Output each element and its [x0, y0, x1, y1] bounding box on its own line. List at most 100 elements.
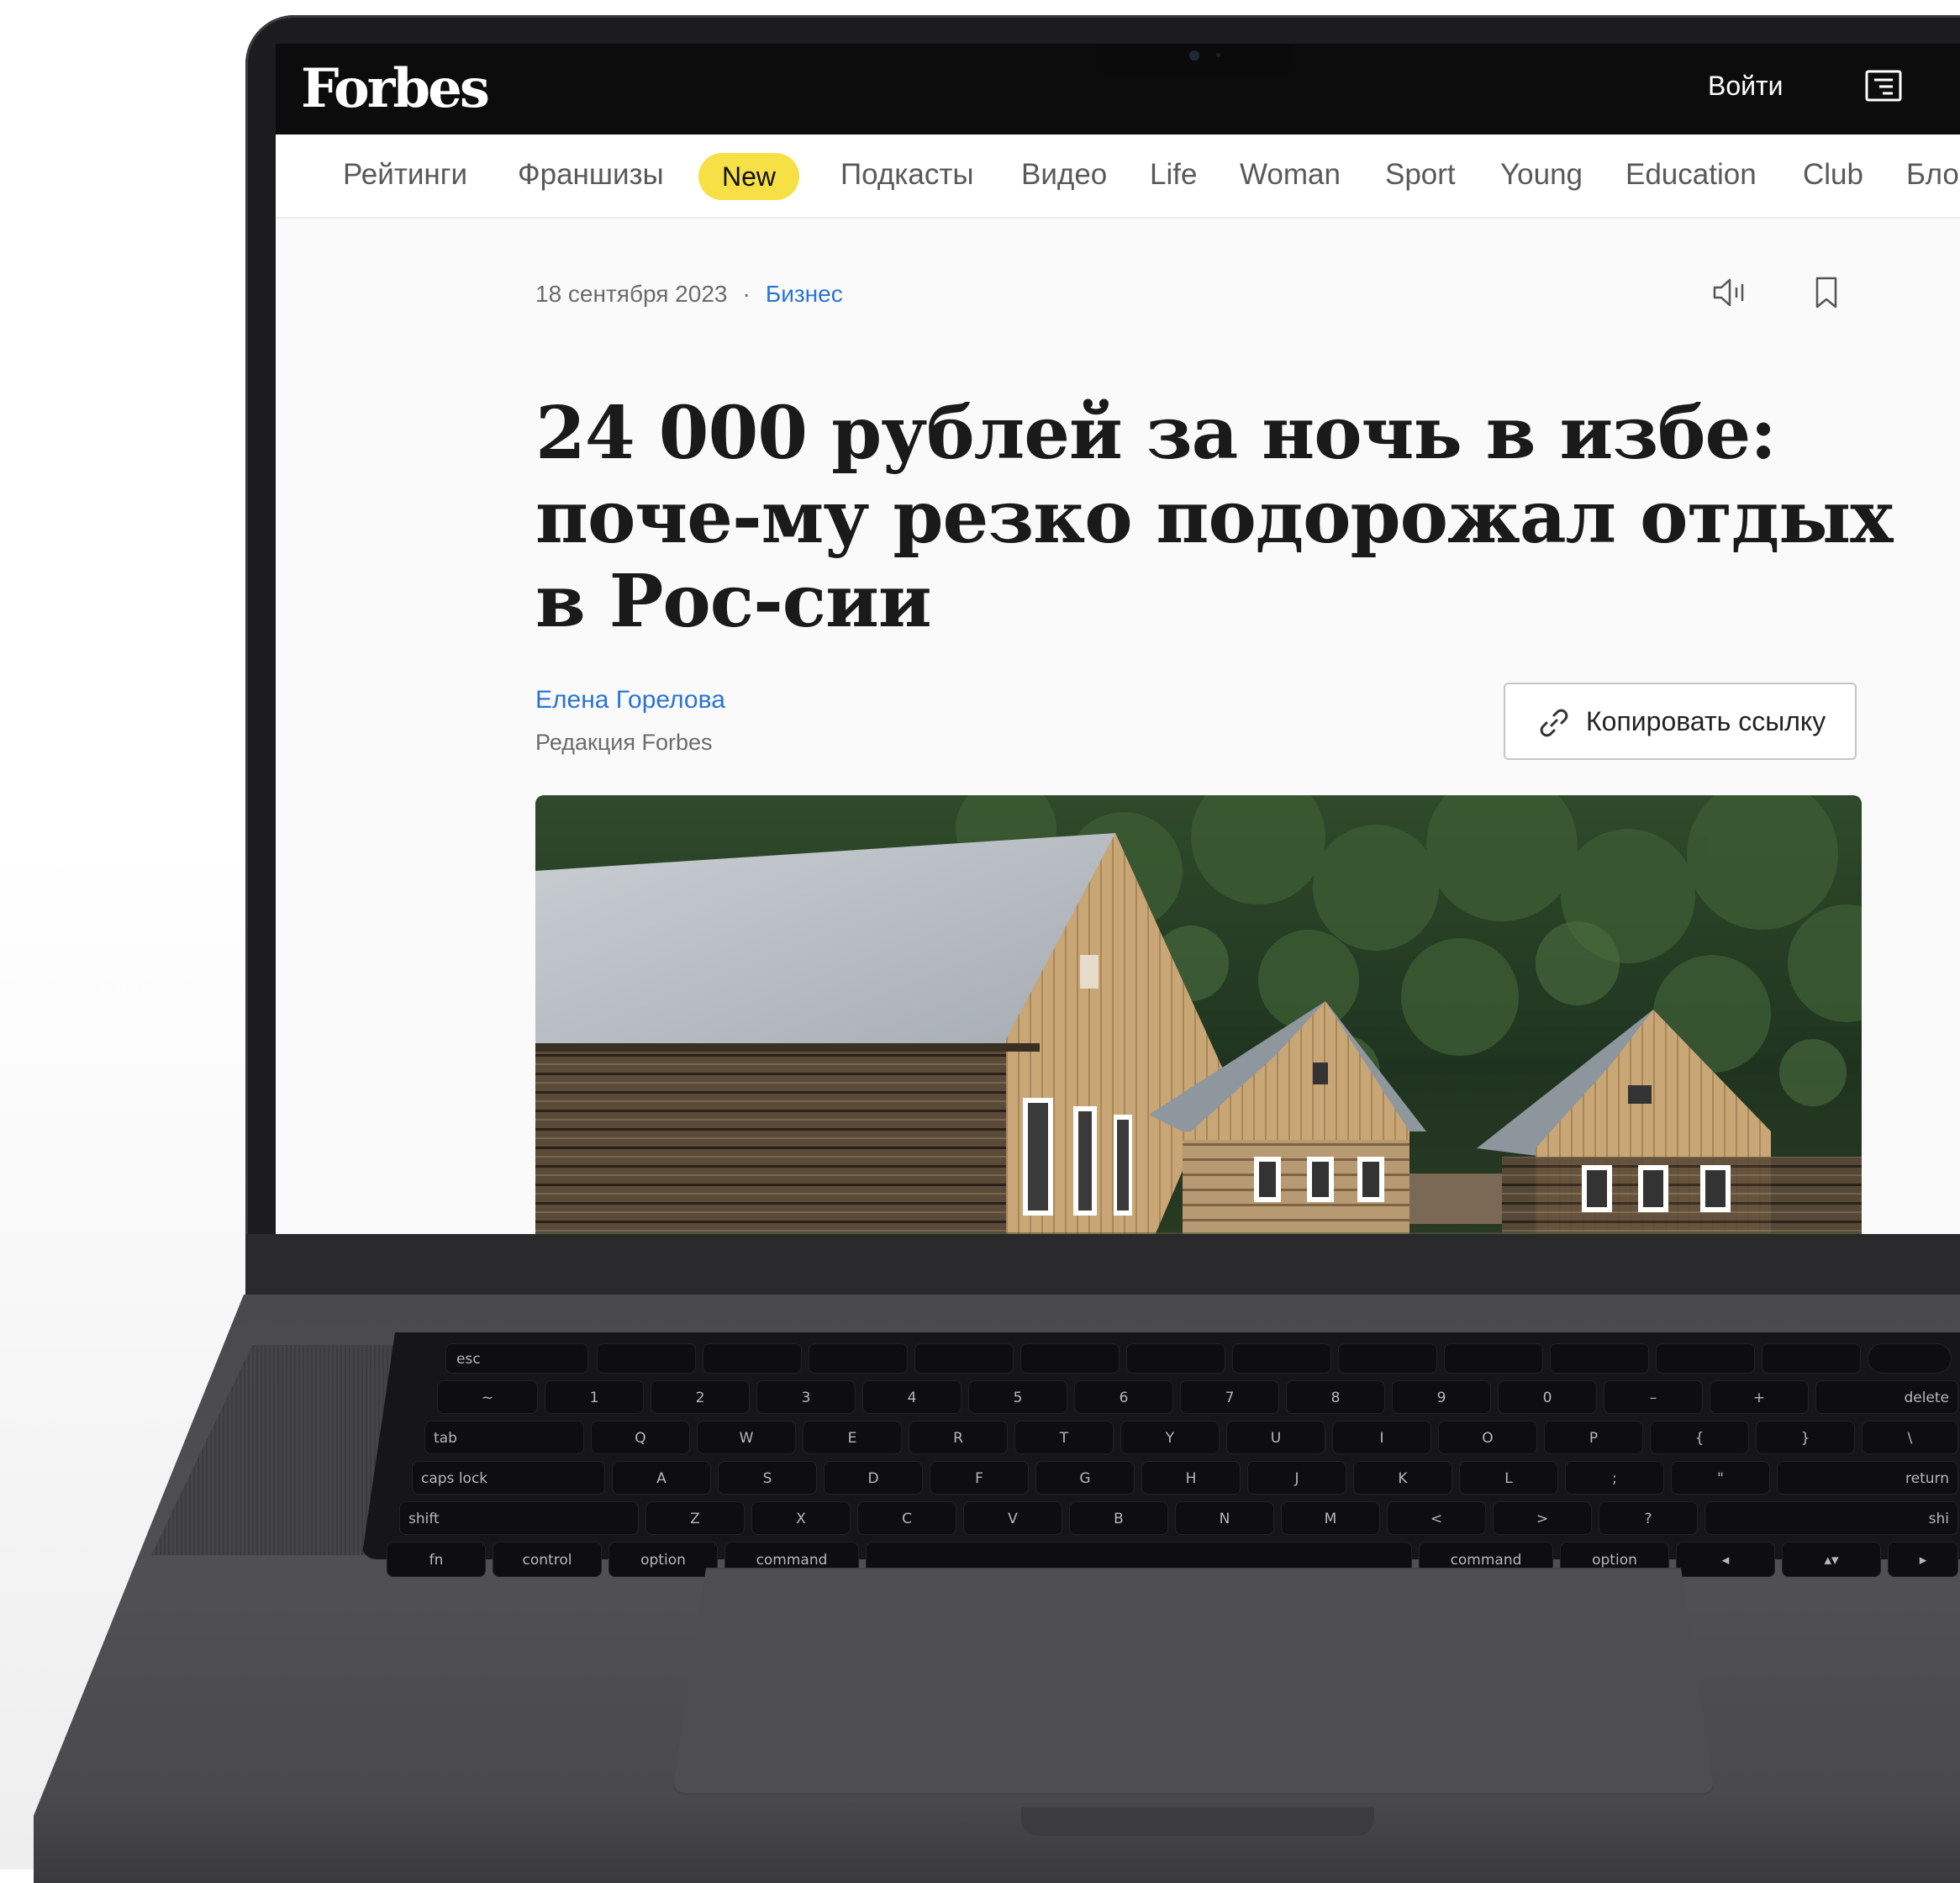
- key-f4[interactable]: [914, 1343, 1014, 1374]
- author-link[interactable]: Елена Горелова: [535, 686, 725, 715]
- key-m[interactable]: M: [1281, 1501, 1380, 1535]
- article-hero-photo: [535, 795, 1862, 1234]
- key-f12[interactable]: [1762, 1343, 1861, 1374]
- key-semicolon[interactable]: ;: [1565, 1461, 1664, 1495]
- key-4[interactable]: 4: [862, 1380, 962, 1414]
- key-5[interactable]: 5: [968, 1380, 1067, 1414]
- link-icon: [1540, 709, 1568, 737]
- key-c[interactable]: C: [857, 1501, 956, 1535]
- nav-item-ratings[interactable]: Рейтинги: [343, 158, 467, 192]
- key-comma[interactable]: <: [1387, 1501, 1486, 1535]
- key-b[interactable]: B: [1069, 1501, 1168, 1535]
- key-arrow-left[interactable]: ◂: [1676, 1542, 1775, 1577]
- key-x[interactable]: X: [751, 1501, 851, 1535]
- key-slash[interactable]: ?: [1599, 1501, 1698, 1535]
- key-delete[interactable]: delete: [1815, 1380, 1958, 1414]
- key-7[interactable]: 7: [1180, 1380, 1279, 1414]
- key-n[interactable]: N: [1175, 1501, 1274, 1535]
- touch-id-button[interactable]: [1868, 1343, 1952, 1374]
- key-fn[interactable]: fn: [387, 1542, 486, 1577]
- key-f7[interactable]: [1232, 1343, 1331, 1374]
- nav-item-life[interactable]: Life: [1150, 158, 1197, 192]
- key-k[interactable]: K: [1353, 1461, 1452, 1495]
- trackpad[interactable]: [672, 1568, 1715, 1795]
- browser-screen: Forbes Войти Рейтинги Франшизы New Подка…: [276, 44, 1960, 1234]
- key-f6[interactable]: [1126, 1343, 1225, 1374]
- key-p[interactable]: P: [1544, 1421, 1643, 1454]
- key-e[interactable]: E: [803, 1421, 902, 1454]
- nav-item-sport[interactable]: Sport: [1385, 158, 1456, 192]
- key-f10[interactable]: [1550, 1343, 1649, 1374]
- key-v[interactable]: V: [963, 1501, 1062, 1535]
- key-right-brace[interactable]: }: [1756, 1421, 1855, 1454]
- key-d[interactable]: D: [824, 1461, 923, 1495]
- key-tab[interactable]: tab: [424, 1421, 584, 1454]
- key-plus[interactable]: +: [1710, 1380, 1809, 1414]
- key-q[interactable]: Q: [591, 1421, 690, 1454]
- key-g[interactable]: G: [1035, 1461, 1135, 1495]
- key-a[interactable]: A: [612, 1461, 711, 1495]
- key-return[interactable]: return: [1777, 1461, 1958, 1495]
- key-3[interactable]: 3: [756, 1380, 856, 1414]
- nav-item-franchises[interactable]: Франшизы: [518, 158, 664, 192]
- key-i[interactable]: I: [1332, 1421, 1431, 1454]
- key-arrow-up-down[interactable]: ▴▾: [1782, 1542, 1881, 1577]
- key-2[interactable]: 2: [651, 1380, 750, 1414]
- key-minus[interactable]: –: [1604, 1380, 1703, 1414]
- key-arrow-right[interactable]: ▸: [1888, 1542, 1958, 1577]
- key-s[interactable]: S: [718, 1461, 817, 1495]
- key-r[interactable]: R: [909, 1421, 1008, 1454]
- key-quote[interactable]: ": [1671, 1461, 1770, 1495]
- key-h[interactable]: H: [1141, 1461, 1241, 1495]
- key-l[interactable]: L: [1459, 1461, 1558, 1495]
- key-f8[interactable]: [1338, 1343, 1437, 1374]
- nav-item-video[interactable]: Видео: [1021, 158, 1107, 192]
- key-f2[interactable]: [703, 1343, 802, 1374]
- nav-item-young[interactable]: Young: [1500, 158, 1583, 192]
- article-date: 18 сентября 2023: [535, 281, 728, 307]
- nav-item-woman[interactable]: Woman: [1240, 158, 1341, 192]
- camera-notch: [1097, 44, 1293, 77]
- copy-link-button[interactable]: Копировать ссылку: [1504, 683, 1857, 760]
- key-option-left[interactable]: option: [609, 1542, 718, 1577]
- speaker-icon[interactable]: [1711, 276, 1748, 314]
- key-6[interactable]: 6: [1074, 1380, 1173, 1414]
- key-f[interactable]: F: [930, 1461, 1029, 1495]
- key-esc[interactable]: esc: [445, 1343, 588, 1374]
- key-f5[interactable]: [1020, 1343, 1120, 1374]
- key-f1[interactable]: [597, 1343, 696, 1374]
- key-backslash[interactable]: \: [1862, 1421, 1958, 1454]
- key-f11[interactable]: [1656, 1343, 1755, 1374]
- key-f3[interactable]: [809, 1343, 908, 1374]
- key-j[interactable]: J: [1247, 1461, 1346, 1495]
- key-period[interactable]: >: [1493, 1501, 1592, 1535]
- key-o[interactable]: O: [1438, 1421, 1537, 1454]
- key-y[interactable]: Y: [1120, 1421, 1220, 1454]
- key-shift-right[interactable]: shi: [1704, 1501, 1958, 1535]
- menu-icon[interactable]: [1864, 69, 1903, 106]
- key-z[interactable]: Z: [645, 1501, 745, 1535]
- key-control[interactable]: control: [493, 1542, 602, 1577]
- key-tilde[interactable]: ~: [437, 1380, 538, 1414]
- key-w[interactable]: W: [697, 1421, 796, 1454]
- nav-item-education[interactable]: Education: [1625, 158, 1757, 192]
- key-u[interactable]: U: [1226, 1421, 1325, 1454]
- key-f9[interactable]: [1444, 1343, 1543, 1374]
- site-logo[interactable]: Forbes: [301, 57, 490, 120]
- article-category-link[interactable]: Бизнес: [766, 281, 843, 307]
- key-shift-left[interactable]: shift: [399, 1501, 639, 1535]
- nav-item-podcasts[interactable]: Подкасты: [840, 158, 974, 192]
- key-left-brace[interactable]: {: [1650, 1421, 1749, 1454]
- nav-item-club[interactable]: Club: [1803, 158, 1863, 192]
- key-t[interactable]: T: [1014, 1421, 1114, 1454]
- key-1[interactable]: 1: [545, 1380, 644, 1414]
- login-link[interactable]: Войти: [1708, 71, 1783, 102]
- key-0[interactable]: 0: [1498, 1380, 1597, 1414]
- bookmark-icon[interactable]: [1814, 276, 1839, 314]
- key-caps-lock[interactable]: caps lock: [412, 1461, 605, 1495]
- key-8[interactable]: 8: [1286, 1380, 1385, 1414]
- nav-item-new-badge[interactable]: New: [698, 153, 800, 200]
- category-nav: Рейтинги Франшизы New Подкасты Видео Lif…: [276, 134, 1960, 219]
- nav-item-blogs[interactable]: Бло: [1906, 158, 1959, 192]
- key-9[interactable]: 9: [1392, 1380, 1491, 1414]
